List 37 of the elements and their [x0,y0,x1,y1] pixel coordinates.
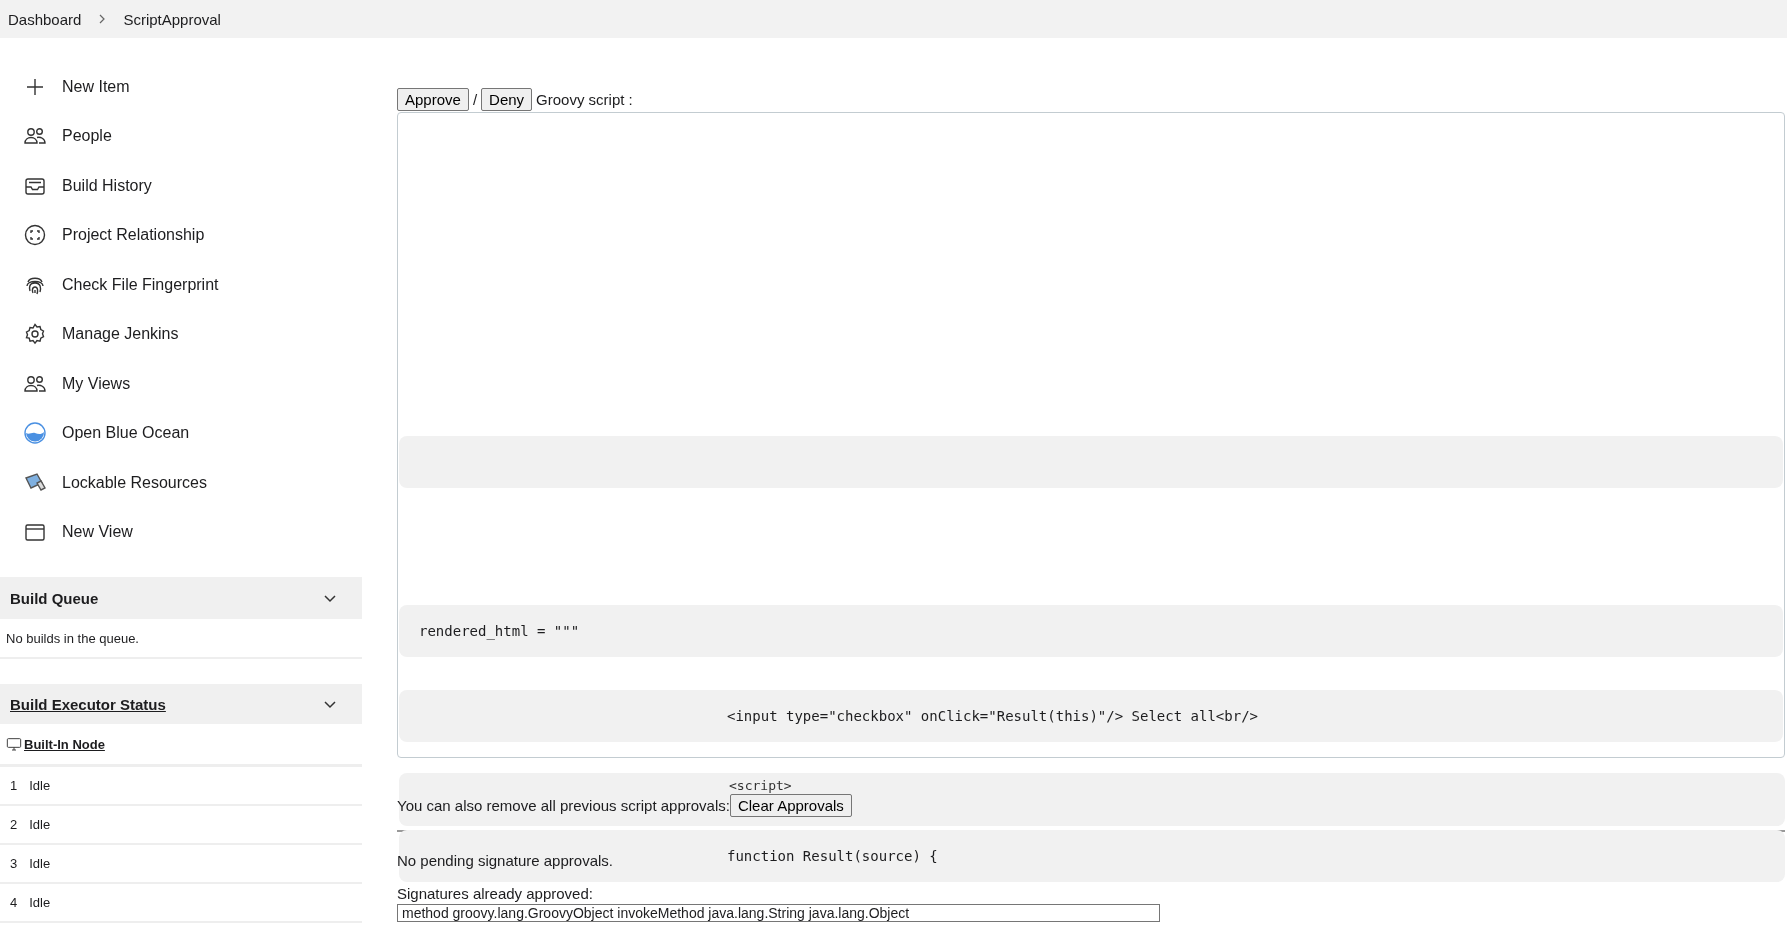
focus-icon [23,223,47,248]
approve-button[interactable]: Approve [397,88,469,111]
stray-tag-text: <script> [729,778,792,793]
node-link[interactable]: Built-In Node [24,736,105,752]
deny-button[interactable]: Deny [481,88,533,111]
executor-status: Idle [29,817,51,832]
sidebar-item[interactable]: Check File Fingerprint [0,260,362,310]
executor-status: Idle [29,895,51,910]
sidebar-item[interactable]: Lockable Resources [0,458,362,508]
sidebar-item[interactable]: My Views [0,359,362,409]
sidebar-item[interactable]: Project Relationship [0,210,362,260]
executor-status: Idle [29,856,51,871]
clear-approvals-text: You can also remove all previous script approvals: [397,797,730,814]
pending-text: No pending signature approvals. [397,852,613,869]
approved-label: Signatures already approved: [397,885,593,902]
sidebar-item[interactable]: Manage Jenkins [0,309,362,359]
section-title: Build Queue [10,589,99,607]
breadcrumb-link[interactable]: Dashboard [8,10,82,28]
executor-number: 1 [10,778,18,793]
executor-number: 2 [10,817,18,832]
breadcrumb-link[interactable]: ScriptApproval [123,10,221,28]
executor-number: 4 [10,895,18,910]
clear-approvals-button[interactable]: Clear Approvals [729,794,852,817]
sidebar-item[interactable]: New View [0,507,362,557]
sidebar-item[interactable]: New Item [0,62,362,112]
executor-number: 3 [10,856,18,871]
gear-icon [23,322,47,347]
sidebar-item[interactable]: Build History [0,161,362,211]
section-title-link[interactable]: Build Executor Status [10,695,166,713]
sidebar-item[interactable]: Open Blue Ocean [0,408,362,458]
monitor-icon [6,736,22,752]
groovy-script-label: Groovy script : [536,91,633,108]
separator-text: / [472,91,478,108]
queue-message: No builds in the queue. [0,619,362,659]
ocean-icon [23,421,47,446]
executor-status: Idle [29,778,51,793]
sidebar-item[interactable]: People [0,111,362,161]
